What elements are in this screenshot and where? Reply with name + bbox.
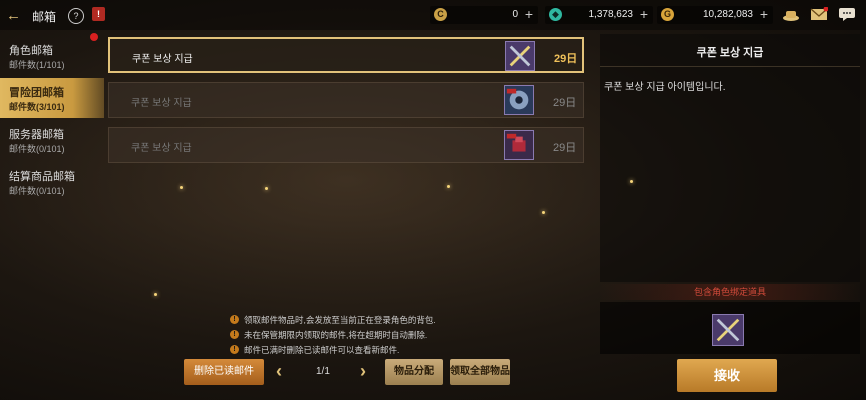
warning-icon: ! [230,345,239,354]
sidebar-item-label: 服务器邮箱 [9,129,64,141]
coupon-item-icon[interactable] [712,314,744,346]
sidebar-item-settlement-mailbox[interactable]: 结算商品邮箱 邮件数(0/101) [0,162,104,202]
currency-gem: ◆ 1,378,623 + [545,6,653,24]
currency-c-value: 0 [512,9,518,20]
mail-detail-panel: 쿠폰 보상 지급 쿠폰 보상 지급 아이템입니다. [600,34,860,282]
hat-icon[interactable] [782,7,800,22]
receive-button[interactable]: 接收 [677,359,777,392]
mail-days-remaining: 29日 [553,142,577,154]
mail-title: 쿠폰 보상 지급 [132,54,193,65]
notification-dot [90,33,98,41]
claim-all-items-button[interactable]: 领取全部物品 [450,359,510,385]
disc-item-icon [504,85,534,115]
mail-days-remaining: 29日 [554,53,578,65]
currency-gem-value: 1,378,623 [588,9,634,20]
page-title: 邮箱 [32,10,57,24]
sidebar-item-server-mailbox[interactable]: 服务器邮箱 邮件数(0/101) [0,120,104,160]
prev-page-icon[interactable]: ‹ [276,361,282,382]
currency-c: C 0 + [430,6,538,24]
firefly-decoration [542,211,545,214]
coupon-item-icon [505,41,535,71]
avatar-item-icon [504,130,534,160]
add-currency-c-button[interactable]: + [525,6,533,22]
mail-row[interactable]: 쿠폰 보상 지급 29日 [108,127,584,163]
detail-body: 쿠폰 보상 지급 아이템입니다. [604,82,726,93]
top-bar: ← 邮箱 ? ! C 0 + ◆ 1,378,623 + G 10,282,08… [0,0,866,30]
attachment-area [600,302,860,354]
page-indicator: 1/1 [316,366,330,377]
firefly-decoration [154,293,157,296]
firefly-decoration [630,180,633,183]
warning-icon: ! [230,330,239,339]
sidebar-item-label: 角色邮箱 [9,45,53,57]
sidebar-item-label: 冒险团邮箱 [9,87,64,99]
mail-icon[interactable] [810,7,828,22]
back-arrow-icon[interactable]: ← [6,7,21,24]
sidebar-item-count: 邮件数(0/101) [9,186,65,196]
chat-icon[interactable] [838,7,856,22]
help-icon[interactable]: ? [68,8,84,24]
sidebar-item-count: 邮件数(1/101) [9,60,65,70]
mail-title: 쿠폰 보상 지급 [131,143,192,154]
gold-coin-icon: G [661,8,674,21]
add-gold-button[interactable]: + [760,6,768,22]
mail-days-remaining: 29日 [553,97,577,109]
coin-c-icon: C [434,8,447,21]
currency-gold: G 10,282,083 + [657,6,773,24]
mail-row[interactable]: 쿠폰 보상 지급 29日 [108,82,584,118]
gem-icon: ◆ [549,8,562,21]
mail-row[interactable]: 쿠폰 보상 지급 29日 [108,37,584,73]
sidebar-item-count: 邮件数(3/101) [9,102,65,112]
detail-title: 쿠폰 보상 지급 [696,47,764,59]
sidebar-item-count: 邮件数(0/101) [9,144,65,154]
currency-gold-value: 10,282,083 [702,9,753,20]
sidebar-item-label: 结算商品邮箱 [9,171,75,183]
firefly-decoration [447,185,450,188]
character-bound-items-header: 包含角色绑定道具 [600,284,860,300]
add-gem-button[interactable]: + [640,6,648,22]
distribute-items-button[interactable]: 物品分配 [385,359,443,385]
sidebar-item-adventure-mailbox[interactable]: 冒险团邮箱 邮件数(3/101) [0,78,104,118]
divider [600,66,860,67]
mail-title: 쿠폰 보상 지급 [131,98,192,109]
next-page-icon[interactable]: › [360,361,366,382]
calendar-icon[interactable]: ! [92,7,105,21]
firefly-decoration [180,186,183,189]
firefly-decoration [265,187,268,190]
warning-icon: ! [230,315,239,324]
sidebar-item-character-mailbox[interactable]: 角色邮箱 邮件数(1/101) [0,33,104,76]
delete-read-mail-button[interactable]: 删除已读邮件 [184,359,264,385]
